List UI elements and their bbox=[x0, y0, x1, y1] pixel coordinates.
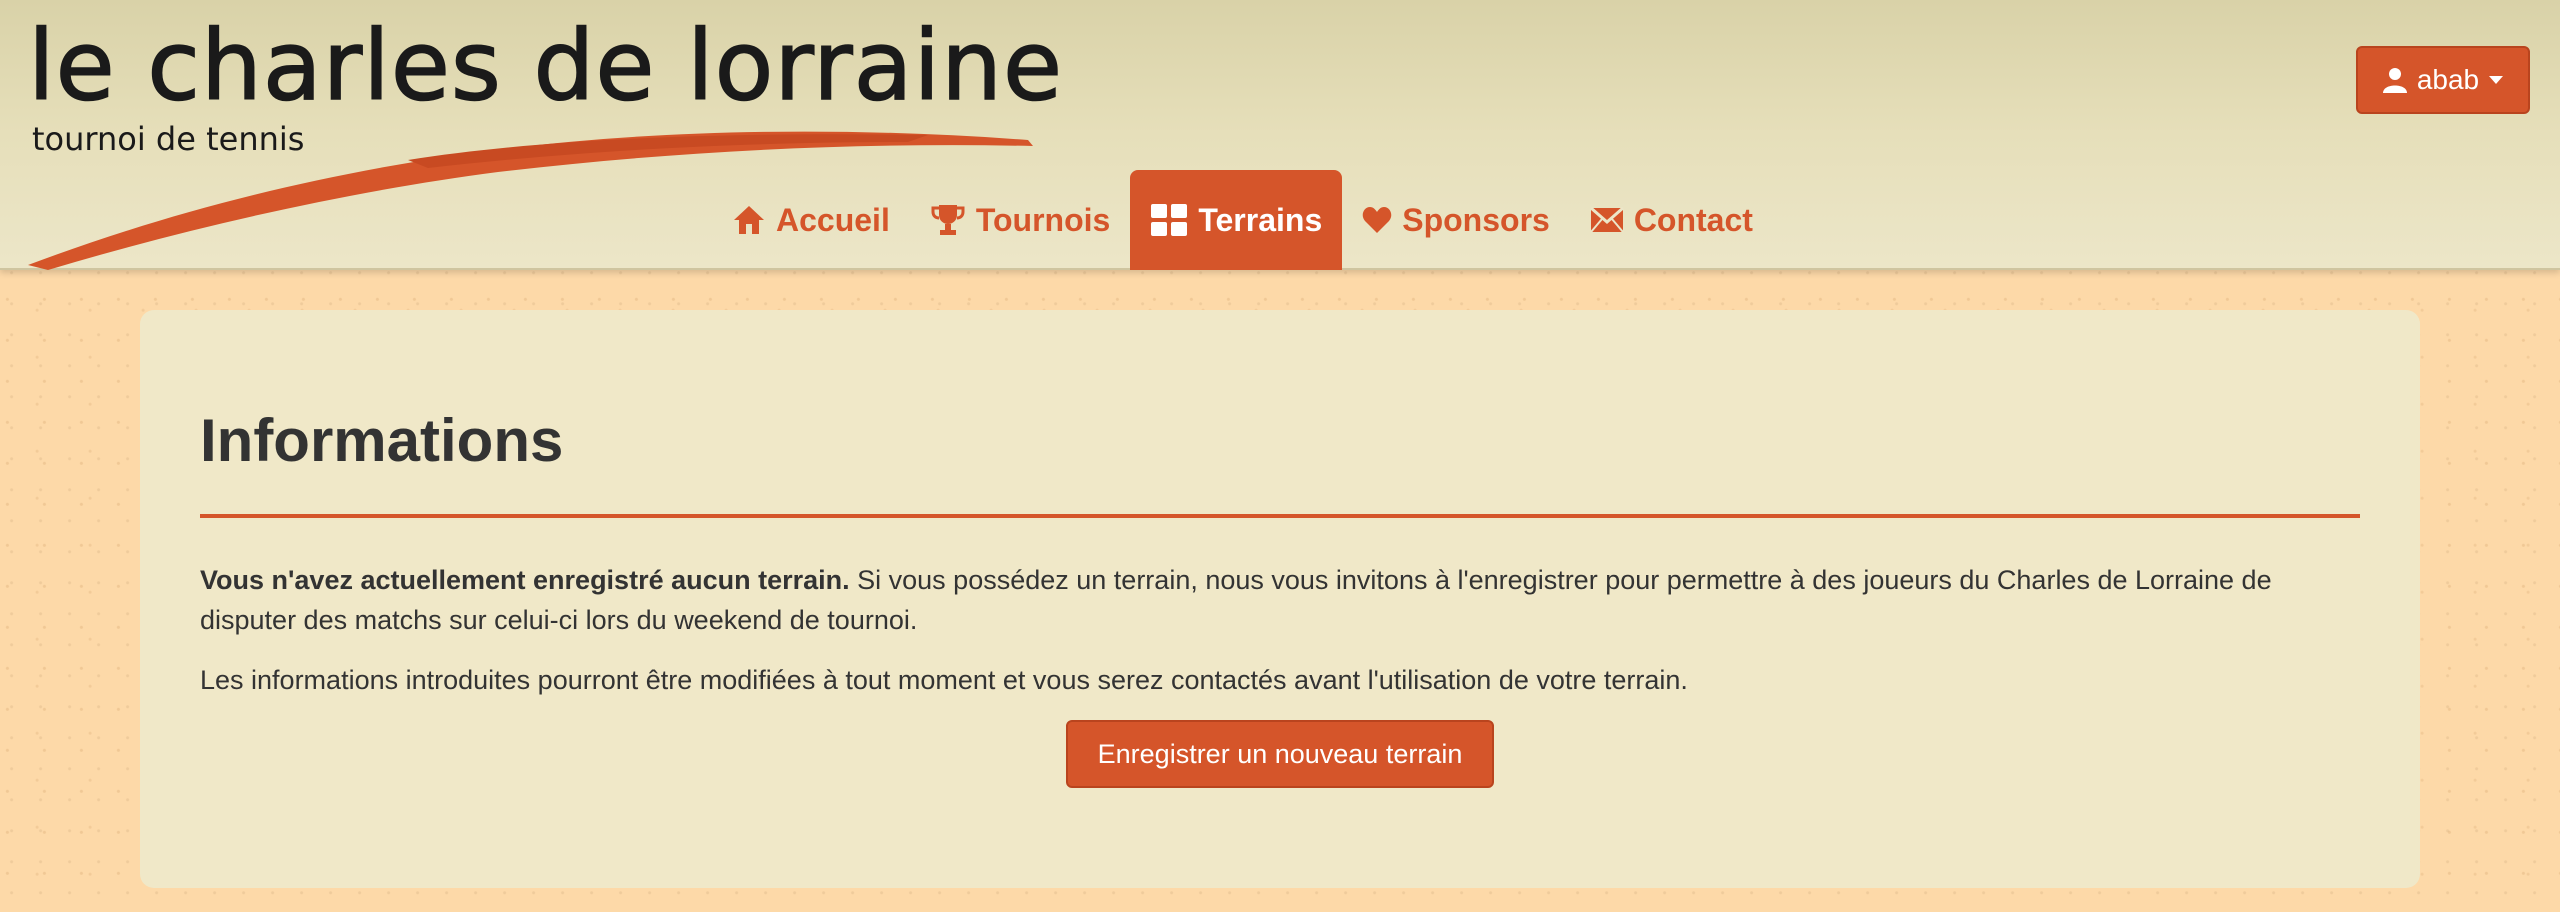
nav-item-tournois[interactable]: Tournois bbox=[910, 170, 1131, 270]
username-label: abab bbox=[2416, 64, 2480, 95]
nav-label-terrains: Terrains bbox=[1198, 201, 1323, 238]
envelope-icon bbox=[1589, 207, 1624, 233]
nav-label-sponsors: Sponsors bbox=[1402, 201, 1550, 238]
user-icon bbox=[2382, 68, 2407, 93]
title-divider bbox=[200, 514, 2360, 518]
nav-label-contact: Contact bbox=[1633, 201, 1753, 238]
user-menu-button[interactable]: abab bbox=[2356, 46, 2530, 114]
nav-item-accueil[interactable]: Accueil bbox=[712, 170, 910, 270]
caret-down-icon bbox=[2489, 76, 2504, 84]
page-title: Informations bbox=[200, 407, 564, 474]
nav-item-terrains[interactable]: Terrains bbox=[1130, 170, 1343, 270]
grid-icon bbox=[1151, 204, 1188, 236]
info-panel: Informations Vous n'avez actuellement en… bbox=[140, 310, 2420, 888]
nav-label-tournois: Tournois bbox=[975, 201, 1111, 238]
info-paragraph-1-bold: Vous n'avez actuellement enregistré aucu… bbox=[200, 565, 850, 595]
main-nav: Accueil Tournois Terrains Sponsors Conta… bbox=[712, 170, 1773, 270]
trophy-icon bbox=[931, 205, 965, 235]
nav-item-contact[interactable]: Contact bbox=[1570, 170, 1773, 270]
heart-icon bbox=[1362, 207, 1392, 233]
register-terrain-button[interactable]: Enregistrer un nouveau terrain bbox=[1066, 720, 1494, 788]
info-paragraph-2: Les informations introduites pourront êt… bbox=[200, 665, 1688, 695]
info-paragraph-1: Vous n'avez actuellement enregistré aucu… bbox=[200, 560, 2370, 640]
nav-label-accueil: Accueil bbox=[776, 201, 890, 238]
site-header: le charles de lorraine tournoi de tennis… bbox=[0, 0, 2560, 270]
nav-item-sponsors[interactable]: Sponsors bbox=[1342, 170, 1570, 270]
logo-subtitle: tournoi de tennis bbox=[32, 120, 305, 158]
logo-title: le charles de lorraine bbox=[27, 9, 1064, 123]
home-icon bbox=[734, 206, 764, 234]
